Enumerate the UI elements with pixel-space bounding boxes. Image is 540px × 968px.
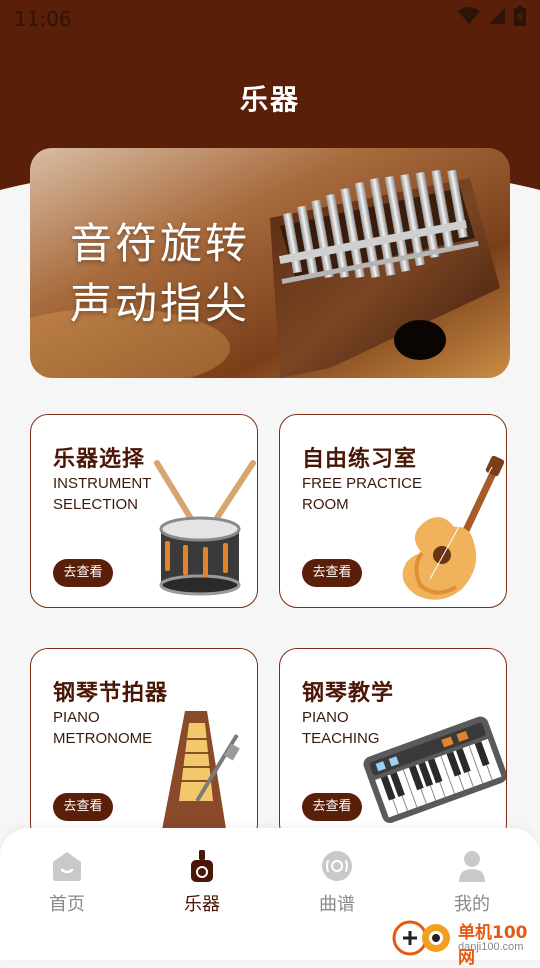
banner-text-line2: 声动指尖 — [70, 279, 251, 328]
watermark-url: danji100.com — [458, 941, 524, 953]
banner-text-line1: 音符旋转 — [70, 219, 251, 268]
view-button[interactable]: 去查看 — [302, 559, 362, 587]
page-title: 乐器 — [239, 83, 300, 116]
card-subtitle-line1: PIANO — [53, 709, 100, 726]
tab-home[interactable]: 首页 — [17, 850, 117, 916]
tab-profile[interactable]: 我的 — [422, 850, 522, 916]
keyboard-icon — [363, 716, 506, 823]
card-subtitle-line1: INSTRUMENT — [53, 475, 152, 492]
music-score-icon — [322, 851, 352, 881]
tab-label: 乐器 — [184, 894, 220, 915]
view-button[interactable]: 去查看 — [53, 559, 113, 587]
drum-icon — [154, 460, 256, 596]
view-button[interactable]: 去查看 — [53, 793, 113, 821]
watermark-logo-icon — [392, 920, 450, 956]
battery-icon — [514, 6, 526, 26]
kalimba-banner[interactable]: 音符旋转 声动指尖 — [30, 148, 510, 378]
tab-label: 我的 — [454, 894, 490, 915]
view-button[interactable]: 去查看 — [302, 793, 362, 821]
card-subtitle-line2: METRONOME — [53, 730, 153, 747]
card-free-practice[interactable]: 自由练习室 FREE PRACTICE ROOM 去查看 — [279, 414, 507, 608]
tab-music-score[interactable]: 曲谱 — [287, 850, 387, 916]
tab-instrument[interactable]: 乐器 — [152, 850, 252, 916]
status-time: 11:06 — [14, 7, 72, 31]
card-subtitle: PIANO METRONOME — [53, 707, 152, 749]
metronome-icon — [161, 711, 240, 835]
card-title: 乐器选择 — [53, 447, 146, 472]
card-subtitle-line2: SELECTION — [53, 496, 139, 513]
status-bar: 11:06 — [0, 0, 540, 36]
tab-label: 首页 — [49, 894, 85, 915]
instrument-icon — [191, 850, 213, 882]
card-instrument-selection[interactable]: 乐器选择 INSTRUMENT SELECTION 去查看 — [30, 414, 258, 608]
profile-icon — [459, 851, 485, 882]
guitar-icon — [402, 455, 505, 600]
card-title: 钢琴节拍器 — [53, 681, 169, 706]
card-piano-metronome[interactable]: 钢琴节拍器 PIANO METRONOME 去查看 — [30, 648, 258, 842]
wifi-icon — [458, 7, 480, 24]
tab-label: 曲谱 — [319, 894, 355, 915]
signal-icon — [489, 8, 505, 24]
card-title: 钢琴教学 — [302, 681, 395, 706]
card-piano-teaching[interactable]: 钢琴教学 PIANO TEACHING 去查看 — [279, 648, 507, 842]
site-watermark: 单机100网 danji100.com — [392, 916, 540, 968]
card-subtitle: INSTRUMENT SELECTION — [53, 473, 151, 515]
home-icon — [53, 852, 81, 881]
